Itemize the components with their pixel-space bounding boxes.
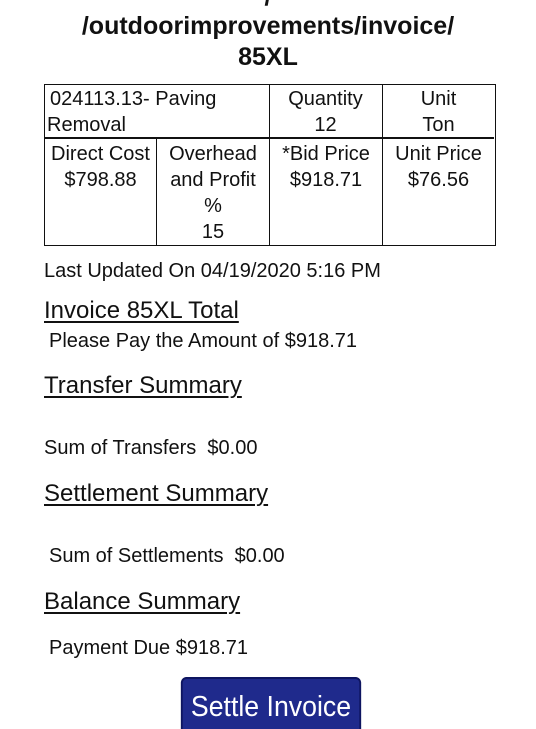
quantity-value: 12	[314, 114, 337, 136]
overhead-cell: Overhead and Profit % 15	[157, 141, 269, 245]
bid-price-label: *Bid Price	[282, 143, 370, 165]
item-code-label: 024113.13- Paving	[50, 88, 217, 110]
direct-cost-value: $798.88	[64, 169, 137, 191]
direct-cost-label: Direct Cost	[51, 143, 150, 165]
unit-price-label: Unit Price	[395, 143, 482, 165]
overhead-label-cont: and Profit	[170, 169, 256, 191]
invoice-item-table: 024113.13- Paving Removal Quantity 12 Un…	[44, 84, 496, 246]
unit-label: Unit	[420, 88, 457, 110]
settlement-summary-text: Sum of Settlements $0.00	[49, 545, 285, 567]
settle-invoice-button[interactable]: Settle Invoice	[180, 677, 362, 729]
settlement-summary-heading: Settlement Summary	[44, 480, 269, 507]
bid-price-value: $918.71	[289, 169, 363, 191]
invoice-total-text: Please Pay the Amount of $918.71	[49, 330, 357, 352]
balance-summary-text: Payment Due $918.71	[49, 637, 249, 659]
transfer-summary-heading: Transfer Summary	[44, 372, 242, 399]
transfer-summary-text: Sum of Transfers $0.00	[44, 437, 258, 459]
page-title-invoice-id: 85XL	[238, 43, 298, 71]
overhead-label: Overhead	[169, 143, 257, 165]
page-title-path: /outdoorimprovements/invoice/	[81, 12, 455, 40]
last-updated-text: Last Updated On 04/19/2020 5:16 PM	[44, 260, 381, 282]
quantity-label: Quantity	[288, 88, 363, 110]
unit-value: Ton	[422, 114, 455, 136]
balance-summary-heading: Balance Summary	[44, 588, 241, 615]
overhead-value: 15	[201, 221, 225, 243]
overhead-percent-sign: %	[204, 195, 222, 217]
item-code-label-cont: Removal	[47, 114, 126, 136]
unit-price-cell: Unit Price $76.56	[383, 141, 494, 193]
unit-price-value: $76.56	[407, 169, 470, 191]
quantity-cell: Quantity 12	[270, 86, 381, 138]
invoice-total-heading: Invoice 85XL Total	[44, 297, 239, 324]
unit-cell: Unit Ton	[383, 86, 494, 138]
direct-cost-cell: Direct Cost $798.88	[45, 141, 156, 193]
bid-price-cell: *Bid Price $918.71	[270, 141, 382, 193]
item-code-cell: 024113.13- Paving Removal	[46, 86, 268, 138]
